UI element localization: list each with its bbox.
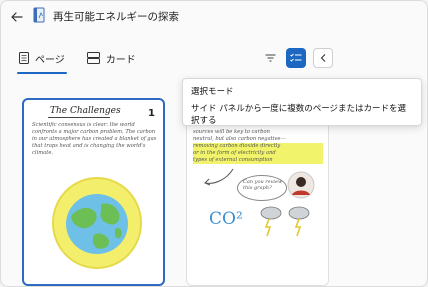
heading-underline — [48, 117, 110, 118]
tab-cards[interactable]: カード — [83, 45, 140, 71]
filter-icon — [265, 54, 275, 62]
multi-select-icon — [290, 53, 302, 62]
page-handwritten-text: sources will be key to carbon neutral, b… — [193, 129, 323, 164]
comment-bubble-text: Can you review this graph? — [243, 179, 283, 191]
chevron-left-icon — [320, 54, 326, 62]
highlighted-text-line: removing carbon dioxide directly — [193, 143, 323, 150]
page-icon — [19, 52, 29, 64]
tab-bar: ページ カード — [15, 45, 140, 77]
tooltip-body: サイド パネルから一度に複数のページまたはカードを選択する — [191, 104, 407, 126]
tooltip-title: 選択モード — [191, 87, 234, 97]
app-window: 再生可能エネルギーの探索 ページ カード 選択モード サイド パネルから一度に複… — [0, 0, 428, 287]
cards-icon — [86, 52, 100, 64]
collapse-panel-button[interactable] — [313, 48, 333, 68]
earth-drawing — [52, 177, 142, 269]
notebook-icon — [33, 7, 45, 23]
header: 再生可能エネルギーの探索 — [1, 1, 427, 33]
highlighted-text-line: types of external consumption — [193, 157, 323, 164]
text-line: sources will be key to carbon — [193, 129, 270, 135]
avatar — [287, 171, 315, 199]
back-button[interactable] — [7, 7, 27, 27]
filter-button[interactable] — [260, 48, 280, 68]
tab-selected-indicator — [17, 72, 67, 74]
tab-pages[interactable]: ページ — [15, 45, 69, 74]
page-title: 再生可能エネルギーの探索 — [53, 11, 179, 23]
storm-cloud-drawing — [288, 206, 310, 237]
page-thumbnail-1[interactable]: 1 The Challenges Scientific consensus is… — [22, 98, 165, 286]
text-line: neutral, but also carbon negative— — [193, 136, 286, 142]
highlighted-text-line: or in the form of electricity and — [193, 150, 323, 157]
selection-mode-tooltip: 選択モード サイド パネルから一度に複数のページまたはカードを選択する — [182, 78, 422, 126]
selection-mode-button[interactable] — [286, 48, 306, 68]
tab-cards-label: カード — [105, 54, 136, 66]
page-handwritten-text: Scientific consensus is clear: the world… — [32, 122, 157, 156]
storm-cloud-drawing — [260, 206, 282, 237]
co2-label: CO² — [209, 209, 243, 229]
curved-arrow-drawing — [204, 168, 234, 186]
tab-pages-label: ページ — [35, 54, 65, 66]
page-number: 1 — [148, 108, 155, 119]
page-heading: The Challenges — [50, 106, 121, 116]
arrow-left-icon — [11, 12, 23, 22]
